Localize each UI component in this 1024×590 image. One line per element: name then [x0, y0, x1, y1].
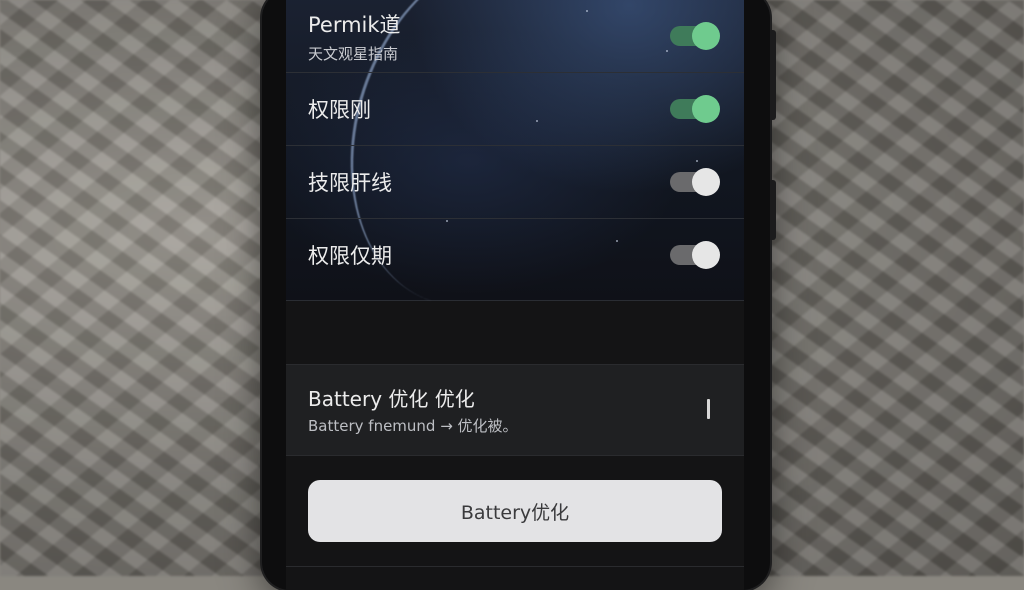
toggle-knob [692, 241, 720, 269]
toggle-knob [692, 168, 720, 196]
permission-title: 权限刚 [308, 98, 371, 122]
permission-title: 技限肝线 [308, 171, 392, 195]
toggle-knob [692, 95, 720, 123]
permission-row[interactable]: 权限刚 [286, 73, 744, 146]
permission-toggle[interactable] [668, 95, 720, 123]
permission-toggle[interactable] [668, 168, 720, 196]
permission-row[interactable]: Permik道 天文观星指南 [286, 0, 744, 73]
permission-row[interactable]: 权限仅期 [286, 219, 744, 291]
battery-optimize-button[interactable]: Battery优化 [308, 480, 722, 542]
battery-title: Battery 优化 优化 [308, 387, 475, 411]
permission-subtitle: 天文观星指南 [308, 44, 399, 63]
permission-toggle[interactable] [668, 241, 720, 269]
permission-row-text: 权限刚 [308, 94, 371, 124]
battery-subtitle: Battery fnemund → 优化被。 [308, 417, 518, 435]
toggle-knob [692, 22, 720, 50]
volume-button [770, 30, 776, 120]
settings-screen: Permik道 天文观星指南 权限刚 技限肝线 权限仅期 Battery 优化 … [286, 0, 744, 590]
permission-row-text: 技限肝线 [308, 167, 392, 197]
permission-row-text: Permik道 天文观星指南 [308, 9, 401, 64]
phone-device: Permik道 天文观星指南 权限刚 技限肝线 权限仅期 Battery 优化 … [262, 0, 776, 590]
permission-toggle[interactable] [668, 22, 720, 50]
power-button [770, 180, 776, 240]
divider [286, 566, 744, 567]
battery-optimization-item[interactable]: Battery 优化 优化 Battery fnemund → 优化被。 [286, 364, 744, 456]
chevron-indicator-icon [707, 399, 710, 419]
permission-row-text: 权限仅期 [308, 240, 392, 270]
permissions-card: Permik道 天文观星指南 权限刚 技限肝线 权限仅期 [286, 0, 744, 342]
permission-title: 权限仅期 [308, 244, 392, 268]
permission-row[interactable]: 技限肝线 [286, 146, 744, 219]
permission-title: Permik道 [308, 12, 401, 37]
